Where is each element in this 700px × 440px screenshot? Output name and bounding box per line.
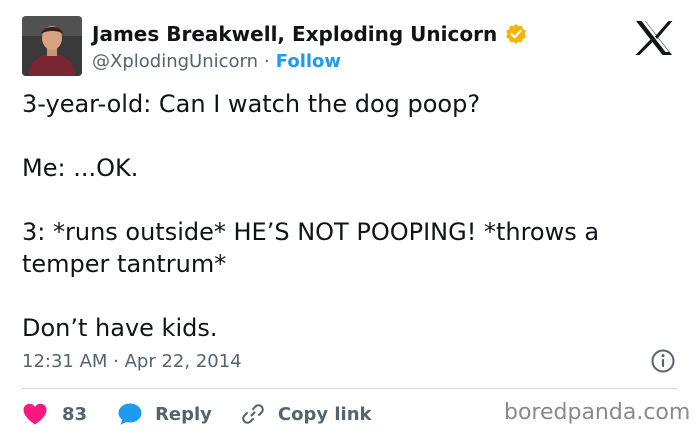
- speech-bubble-icon: [118, 403, 142, 425]
- avatar[interactable]: [22, 16, 82, 76]
- tweet-timestamp[interactable]: 12:31 AM · Apr 22, 2014: [22, 348, 242, 374]
- copy-link-label: Copy link: [277, 403, 372, 425]
- author-handle-row: @XplodingUnicorn · Follow: [92, 48, 341, 74]
- x-logo-icon[interactable]: [633, 18, 675, 58]
- like-button[interactable]: 83: [22, 402, 87, 426]
- like-count: 83: [62, 403, 88, 425]
- copy-link-button[interactable]: Copy link: [242, 403, 372, 425]
- heart-icon: [23, 403, 47, 425]
- tweet-text: 3-year-old: Can I watch the dog poop? Me…: [22, 90, 600, 342]
- author-display-name[interactable]: James Breakwell, Exploding Unicorn: [92, 22, 497, 46]
- reply-button[interactable]: Reply: [117, 402, 212, 426]
- info-icon[interactable]: [650, 348, 676, 374]
- verified-badge-icon: [506, 24, 526, 44]
- link-icon: [242, 404, 264, 424]
- follow-link[interactable]: Follow: [276, 51, 341, 72]
- tweet-actions: 83 Reply Copy link: [22, 398, 372, 430]
- tweet-card: James Breakwell, Exploding Unicorn @Xplo…: [0, 0, 700, 440]
- author-name-row: James Breakwell, Exploding Unicorn: [92, 20, 527, 48]
- author-handle[interactable]: @XplodingUnicorn: [92, 51, 258, 72]
- handle-separator: ·: [264, 50, 270, 72]
- divider: [22, 388, 678, 389]
- watermark: boredpanda.com: [504, 400, 691, 425]
- reply-label: Reply: [155, 403, 212, 425]
